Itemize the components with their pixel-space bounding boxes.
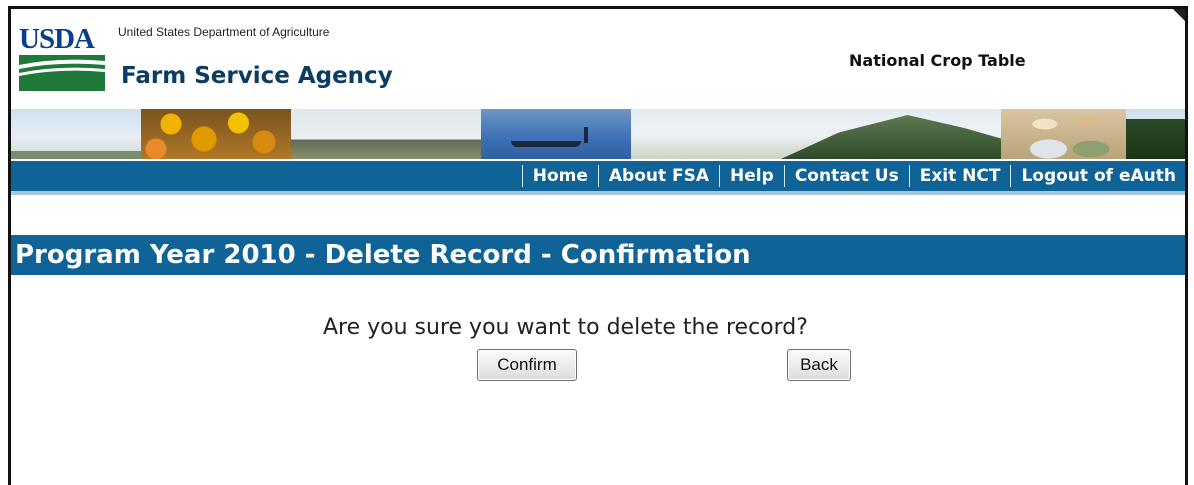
browser-frame: USDA United States Department of Agricul…	[8, 6, 1188, 485]
department-name: United States Department of Agriculture	[118, 25, 330, 39]
banner-hill	[11, 151, 141, 159]
page-title: Program Year 2010 - Delete Record - Conf…	[11, 235, 1185, 275]
main-nav: Home About FSA Help Contact Us Exit NCT …	[11, 161, 1185, 195]
nav-logout-eauth[interactable]: Logout of eAuth	[1010, 165, 1185, 187]
usda-logo-icon	[19, 55, 105, 91]
nav-exit-nct[interactable]: Exit NCT	[908, 165, 1011, 187]
nav-help[interactable]: Help	[719, 165, 784, 187]
banner-boat	[511, 141, 581, 147]
agency-name: Farm Service Agency	[121, 63, 393, 89]
banner-fruit-photo	[141, 109, 291, 159]
usda-logo-text: USDA	[19, 23, 95, 55]
app-title: National Crop Table	[849, 51, 1026, 70]
delete-confirmation-question: Are you sure you want to delete the reco…	[323, 315, 808, 340]
photo-banner	[11, 109, 1185, 159]
banner-field-photo	[291, 109, 481, 159]
banner-lake-photo	[481, 109, 631, 159]
banner-trees-photo	[1126, 119, 1185, 159]
confirm-button[interactable]: Confirm	[477, 349, 577, 381]
nav-contact-us[interactable]: Contact Us	[783, 165, 909, 187]
site-header: USDA United States Department of Agricul…	[11, 9, 1185, 109]
back-button[interactable]: Back	[787, 349, 851, 381]
banner-farmers-photo	[1001, 109, 1126, 159]
nav-about-fsa[interactable]: About FSA	[597, 165, 719, 187]
banner-paddler	[584, 127, 588, 143]
nav-home[interactable]: Home	[521, 165, 598, 187]
